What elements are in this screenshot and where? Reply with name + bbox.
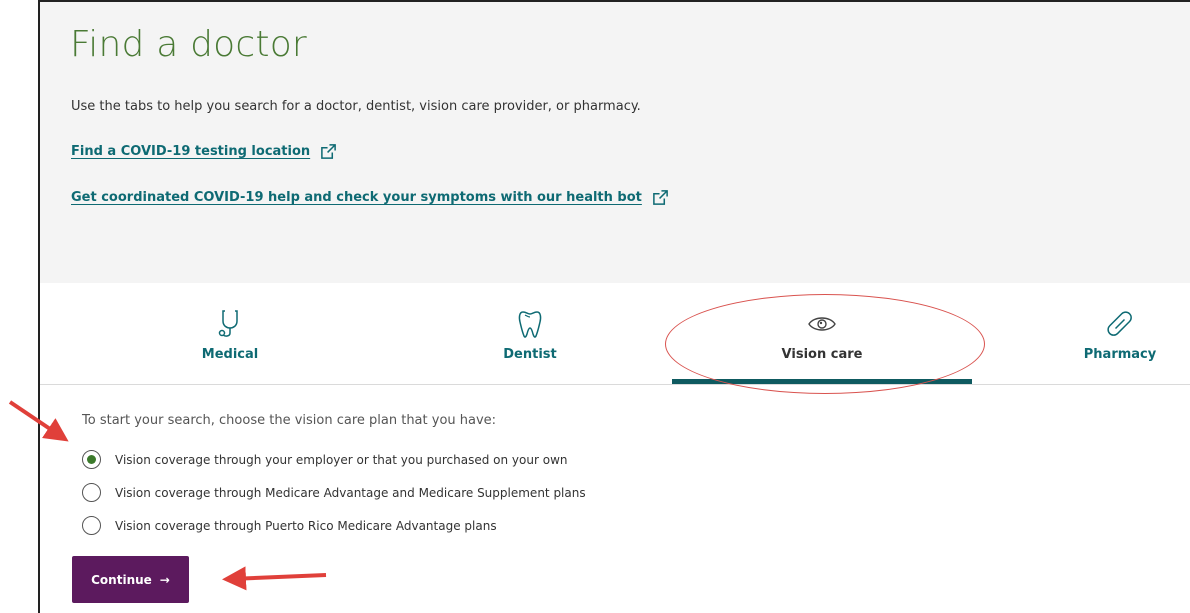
tab-dentist[interactable]: Dentist bbox=[460, 283, 600, 385]
tab-pharmacy[interactable]: Pharmacy bbox=[1050, 283, 1190, 385]
tab-medical-label: Medical bbox=[201, 347, 259, 362]
page-frame: Find a doctor Use the tabs to help you s… bbox=[38, 0, 1190, 613]
pill-icon bbox=[1107, 311, 1132, 336]
intro-text: Use the tabs to help you search for a do… bbox=[71, 99, 641, 114]
tooth-icon bbox=[518, 311, 542, 338]
vision-plan-option-label: Vision coverage through your employer or… bbox=[115, 452, 568, 467]
hero-section: Find a doctor Use the tabs to help you s… bbox=[40, 2, 1190, 283]
tab-dentist-label: Dentist bbox=[503, 347, 557, 362]
vision-plan-option-employer[interactable]: Vision coverage through your employer or… bbox=[82, 450, 567, 469]
tab-medical[interactable]: Medical bbox=[160, 283, 300, 385]
annotation-circle bbox=[665, 294, 985, 394]
continue-button[interactable]: Continue → bbox=[72, 556, 189, 603]
vision-plan-prompt: To start your search, choose the vision … bbox=[82, 413, 497, 428]
page-title: Find a doctor bbox=[70, 24, 307, 65]
covid-testing-link-label: Find a COVID-19 testing location bbox=[71, 144, 311, 159]
vision-plan-option-puerto-rico[interactable]: Vision coverage through Puerto Rico Medi… bbox=[82, 516, 497, 535]
vision-plan-option-label: Vision coverage through Medicare Advanta… bbox=[115, 485, 586, 500]
continue-button-label: Continue bbox=[91, 572, 152, 587]
vision-plan-option-label: Vision coverage through Puerto Rico Medi… bbox=[115, 518, 497, 533]
covid-health-bot-link-label: Get coordinated COVID-19 help and check … bbox=[71, 190, 642, 205]
external-link-icon bbox=[321, 144, 337, 159]
arrow-right-icon: → bbox=[159, 572, 170, 587]
tab-pharmacy-label: Pharmacy bbox=[1083, 347, 1157, 362]
covid-testing-link[interactable]: Find a COVID-19 testing location bbox=[71, 143, 337, 160]
provider-tabs: Medical Dentist Vision care Pharmacy bbox=[40, 283, 1190, 385]
radio-button[interactable] bbox=[82, 516, 101, 535]
vision-plan-option-medicare[interactable]: Vision coverage through Medicare Advanta… bbox=[82, 483, 586, 502]
covid-health-bot-link[interactable]: Get coordinated COVID-19 help and check … bbox=[71, 189, 669, 206]
external-link-icon bbox=[653, 190, 668, 205]
stethoscope-icon bbox=[218, 310, 238, 337]
radio-button[interactable] bbox=[82, 483, 101, 502]
radio-button-selected[interactable] bbox=[82, 450, 101, 469]
